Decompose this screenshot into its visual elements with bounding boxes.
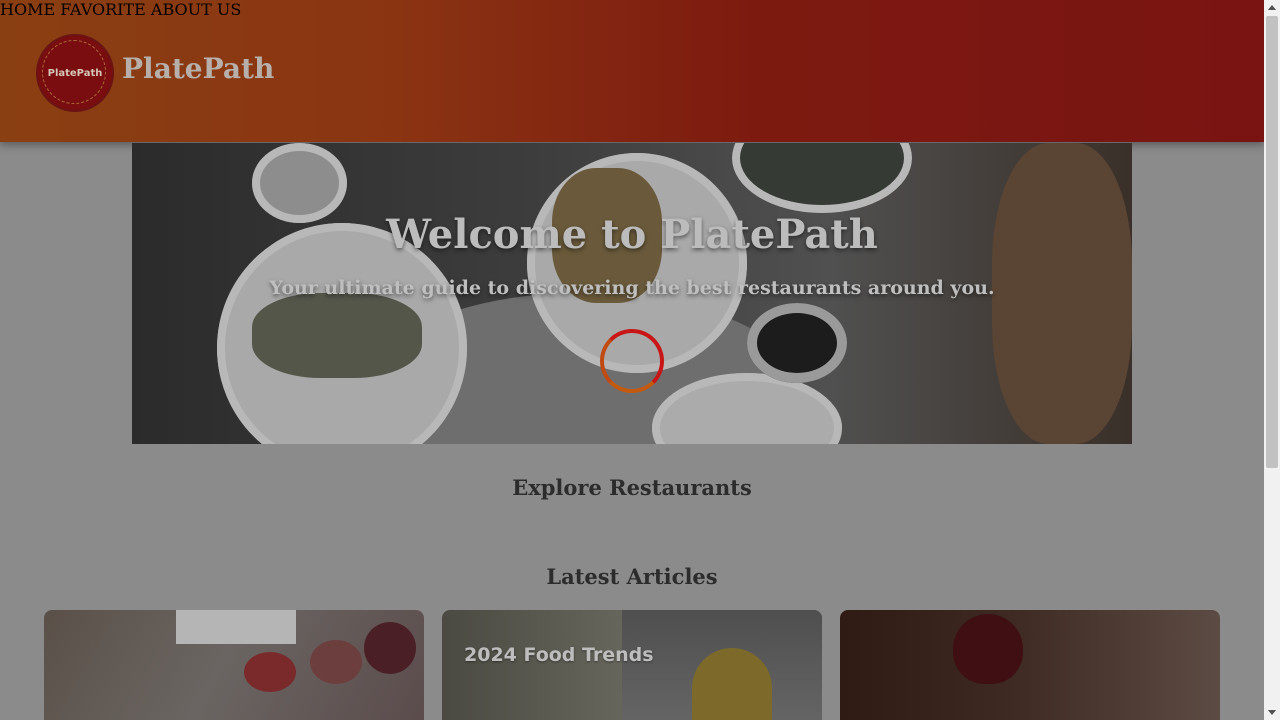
site-header: PlatePath PlatePath HOME FAVORITE ABOUT …	[0, 0, 1264, 142]
wine-glass-image	[953, 614, 1023, 684]
article-image	[310, 640, 362, 684]
page: PlatePath PlatePath HOME FAVORITE ABOUT …	[0, 0, 1264, 720]
article-title: 2024 Food Trends	[464, 644, 654, 666]
logo-text: PlatePath	[47, 67, 103, 79]
brand-name[interactable]: PlatePath	[122, 52, 274, 85]
scroll-down-arrow-icon[interactable]	[1268, 710, 1276, 715]
food-image	[252, 293, 422, 378]
loading-spinner-icon	[600, 329, 664, 393]
plate-image	[652, 373, 842, 444]
scrollbar-thumb[interactable]	[1266, 16, 1278, 468]
explore-restaurants-heading: Explore Restaurants	[512, 475, 752, 500]
article-image	[244, 652, 296, 692]
article-image	[692, 648, 772, 720]
scroll-up-arrow-icon[interactable]	[1268, 5, 1276, 10]
article-image	[364, 622, 416, 674]
salad-bowl-image	[732, 143, 912, 213]
nav-about-us[interactable]: ABOUT US	[151, 0, 241, 19]
latest-articles-heading: Latest Articles	[546, 564, 718, 589]
article-card[interactable]: 2024 Food Trends	[442, 610, 822, 720]
nav-home[interactable]: HOME	[0, 0, 55, 19]
hero-title: Welcome to PlatePath	[386, 211, 878, 258]
hero-banner: Welcome to PlatePath Your ultimate guide…	[132, 143, 1132, 444]
article-card[interactable]	[44, 610, 424, 720]
article-image	[176, 610, 296, 644]
scrollbar[interactable]	[1264, 0, 1280, 720]
coffee-cup-image	[747, 303, 847, 383]
logo[interactable]: PlatePath	[36, 34, 114, 112]
article-card[interactable]	[840, 610, 1220, 720]
nav-favorite[interactable]: FAVORITE	[60, 0, 146, 19]
hero-subtitle: Your ultimate guide to discovering the b…	[269, 277, 995, 299]
